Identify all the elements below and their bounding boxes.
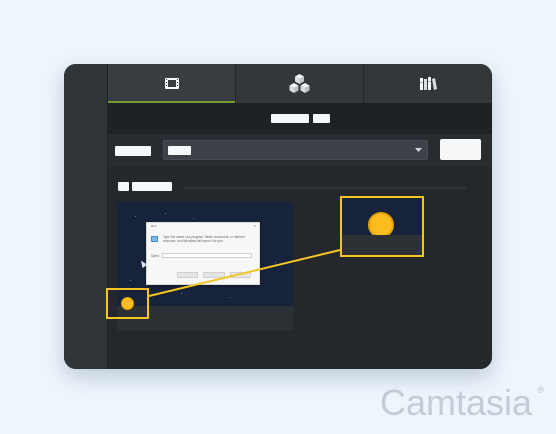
left-tool-rail [64,64,108,369]
registered-mark: ® [537,385,544,395]
background-star [181,293,182,294]
background-star [275,262,276,263]
camtasia-promo-screen: Run × Type the name of a program, folder… [0,0,556,434]
action-button-redacted[interactable] [440,139,481,160]
editor-panel-window: Run × Type the name of a program, folder… [64,64,492,369]
run-dialog-buttons [177,272,251,278]
selected-value-redacted [168,146,191,155]
camtasia-wordmark: Camtasia [380,382,533,423]
panel-title-redacted [270,114,309,123]
media-section: Run × Type the name of a program, folder… [108,166,492,369]
panel-title-bar [108,103,492,134]
zoomed-preview-footer [342,235,422,255]
chevron-down-icon [413,146,423,154]
zoomed-cursor-preview [340,196,424,257]
run-dialog: Run × Type the name of a program, folder… [146,222,260,285]
run-app-icon [151,236,158,242]
tab-media[interactable] [108,64,236,103]
tab-library[interactable] [364,64,492,103]
section-heading [118,182,174,192]
film-strip-icon [164,77,180,90]
run-dialog-message: Type the name of a program, folder, docu… [163,235,245,243]
tab-assets[interactable] [236,64,364,103]
run-command-field [162,253,252,258]
background-star [193,218,194,219]
background-star [165,213,166,214]
asset-cubes-icon [288,73,311,94]
panel-title-suffix-redacted [312,114,330,123]
library-icon [418,76,438,92]
browse-button [229,272,251,278]
section-divider [183,187,466,189]
run-dialog-title: Run [151,224,157,228]
media-filter-select[interactable] [163,140,428,160]
background-star [135,216,136,217]
filter-label-redacted [115,146,151,156]
background-star [230,297,231,298]
panel-tabs [108,64,492,103]
background-star [130,280,131,281]
cursor-highlight-box [106,288,149,319]
cancel-button [203,272,225,278]
cursor-click-dot [121,297,134,310]
ok-button [177,272,199,278]
media-controls [108,134,492,166]
camtasia-logo: Camtasia ® [380,382,544,424]
run-open-label: Open: [151,254,160,258]
close-icon: × [253,223,256,228]
section-heading-redacted [132,182,172,191]
section-heading-prefix-redacted [118,182,129,191]
